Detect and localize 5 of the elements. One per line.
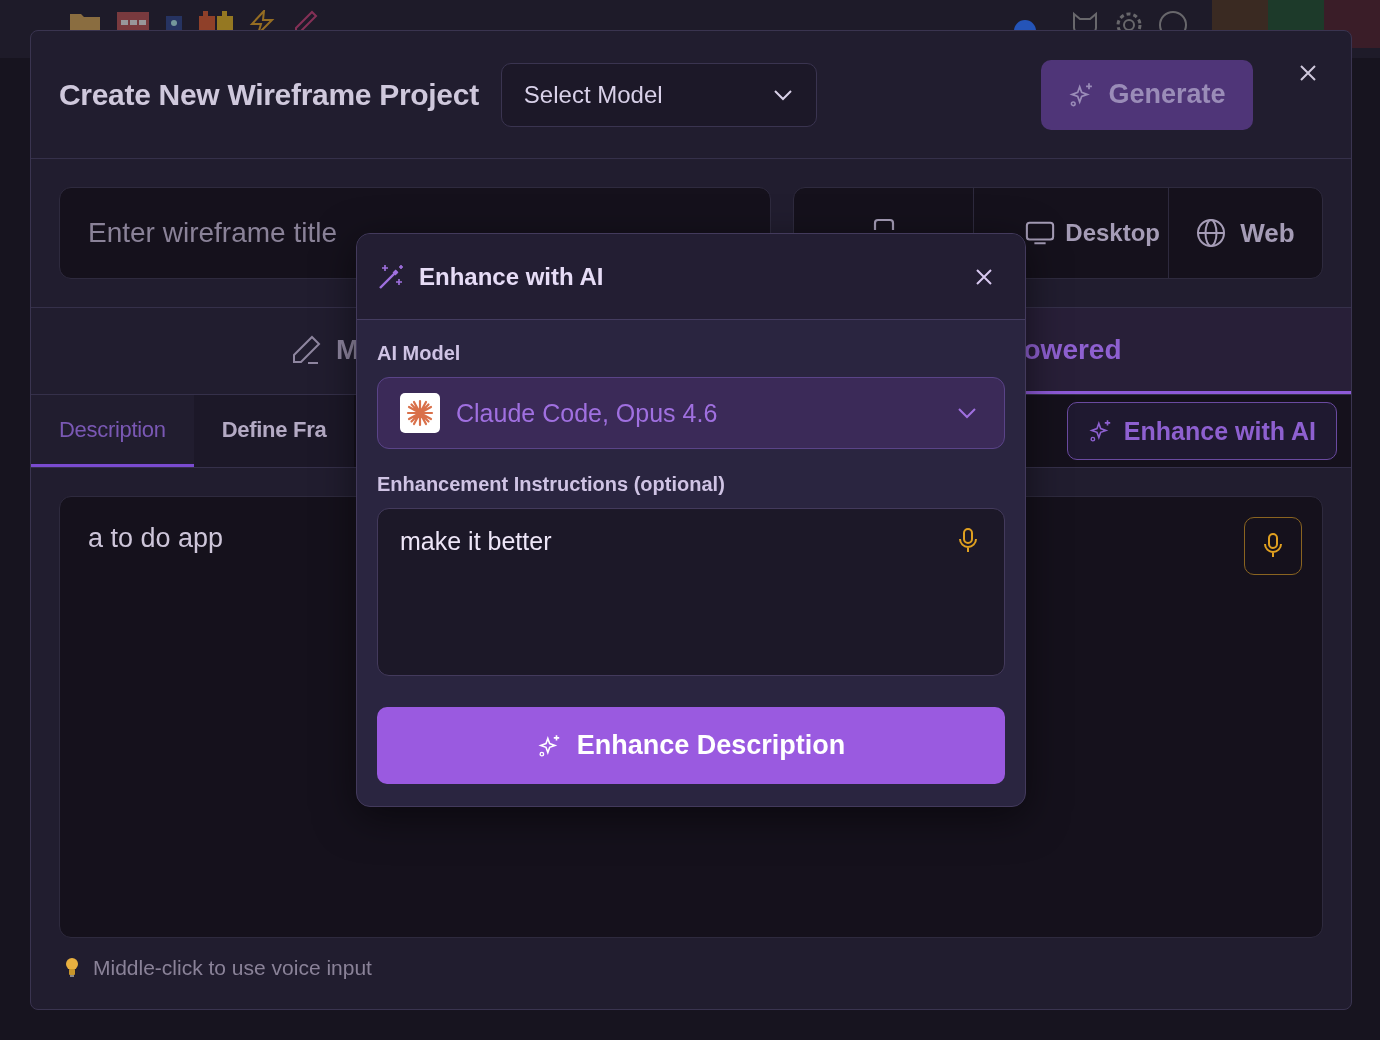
- hint-text: Middle-click to use voice input: [93, 956, 372, 980]
- field-label: Enhancement Instructions (optional): [377, 473, 726, 496]
- popup-title: Enhance with AI: [419, 262, 604, 291]
- dialog-title: Create New Wireframe Project: [59, 77, 479, 112]
- field-label: AI Model: [377, 342, 462, 365]
